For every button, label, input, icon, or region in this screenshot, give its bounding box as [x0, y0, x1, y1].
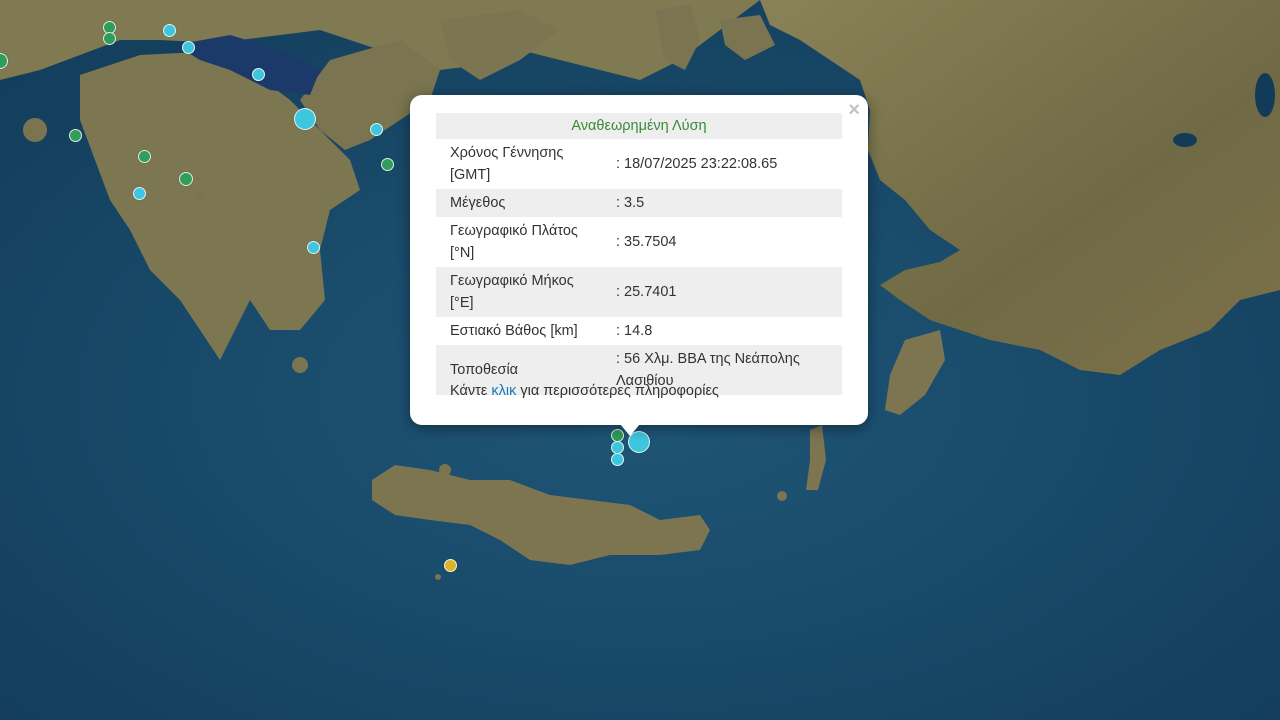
earthquake-marker[interactable]	[307, 241, 320, 254]
earthquake-marker[interactable]	[179, 172, 193, 186]
earthquake-marker[interactable]	[252, 68, 265, 81]
latitude-value: : 35.7504	[602, 217, 842, 267]
satellite-map[interactable]: × Αναθεωρημένη Λύση Χρόνος Γέννησης [GMT…	[0, 0, 1280, 720]
magnitude-label: Μέγεθος	[436, 189, 602, 217]
more-info-prefix: Κάντε	[450, 383, 492, 399]
latitude-label: Γεωγραφικό Πλάτος [°N]	[436, 217, 602, 267]
close-icon[interactable]: ×	[848, 99, 860, 121]
earthquake-marker[interactable]	[69, 129, 82, 142]
earthquake-marker[interactable]	[381, 158, 394, 171]
earthquake-marker[interactable]	[611, 453, 624, 466]
depth-value: : 14.8	[602, 317, 842, 345]
longitude-label: Γεωγραφικό Μήκος [°E]	[436, 267, 602, 317]
earthquake-marker[interactable]	[294, 108, 316, 130]
earthquake-marker[interactable]	[182, 41, 195, 54]
earthquake-marker[interactable]	[133, 187, 146, 200]
table-row: Μέγεθος : 3.5	[436, 189, 842, 217]
table-row: Εστιακό Βάθος [km] : 14.8	[436, 317, 842, 345]
more-info-suffix: για περισσότερες πληροφορίες	[516, 383, 719, 399]
table-row: Χρόνος Γέννησης [GMT] : 18/07/2025 23:22…	[436, 139, 842, 189]
longitude-value: : 25.7401	[602, 267, 842, 317]
earthquake-details-table: Αναθεωρημένη Λύση Χρόνος Γέννησης [GMT] …	[436, 113, 842, 395]
magnitude-value: : 3.5	[602, 189, 842, 217]
table-row: Γεωγραφικό Πλάτος [°N] : 35.7504	[436, 217, 842, 267]
earthquake-marker[interactable]	[444, 559, 457, 572]
more-info-text: Κάντε κλικ για περισσότερες πληροφορίες	[450, 383, 719, 399]
earthquake-marker[interactable]	[138, 150, 151, 163]
earthquake-marker[interactable]	[163, 24, 176, 37]
more-info-link[interactable]: κλικ	[491, 383, 516, 399]
origin-time-label: Χρόνος Γέννησης [GMT]	[436, 139, 602, 189]
depth-label: Εστιακό Βάθος [km]	[436, 317, 602, 345]
popup-tip	[620, 424, 640, 436]
popup-title: Αναθεωρημένη Λύση	[436, 113, 842, 139]
table-row: Γεωγραφικό Μήκος [°E] : 25.7401	[436, 267, 842, 317]
origin-time-value: : 18/07/2025 23:22:08.65	[602, 139, 842, 189]
earthquake-info-popup: × Αναθεωρημένη Λύση Χρόνος Γέννησης [GMT…	[410, 95, 868, 425]
earthquake-marker[interactable]	[370, 123, 383, 136]
earthquake-marker[interactable]	[103, 32, 116, 45]
